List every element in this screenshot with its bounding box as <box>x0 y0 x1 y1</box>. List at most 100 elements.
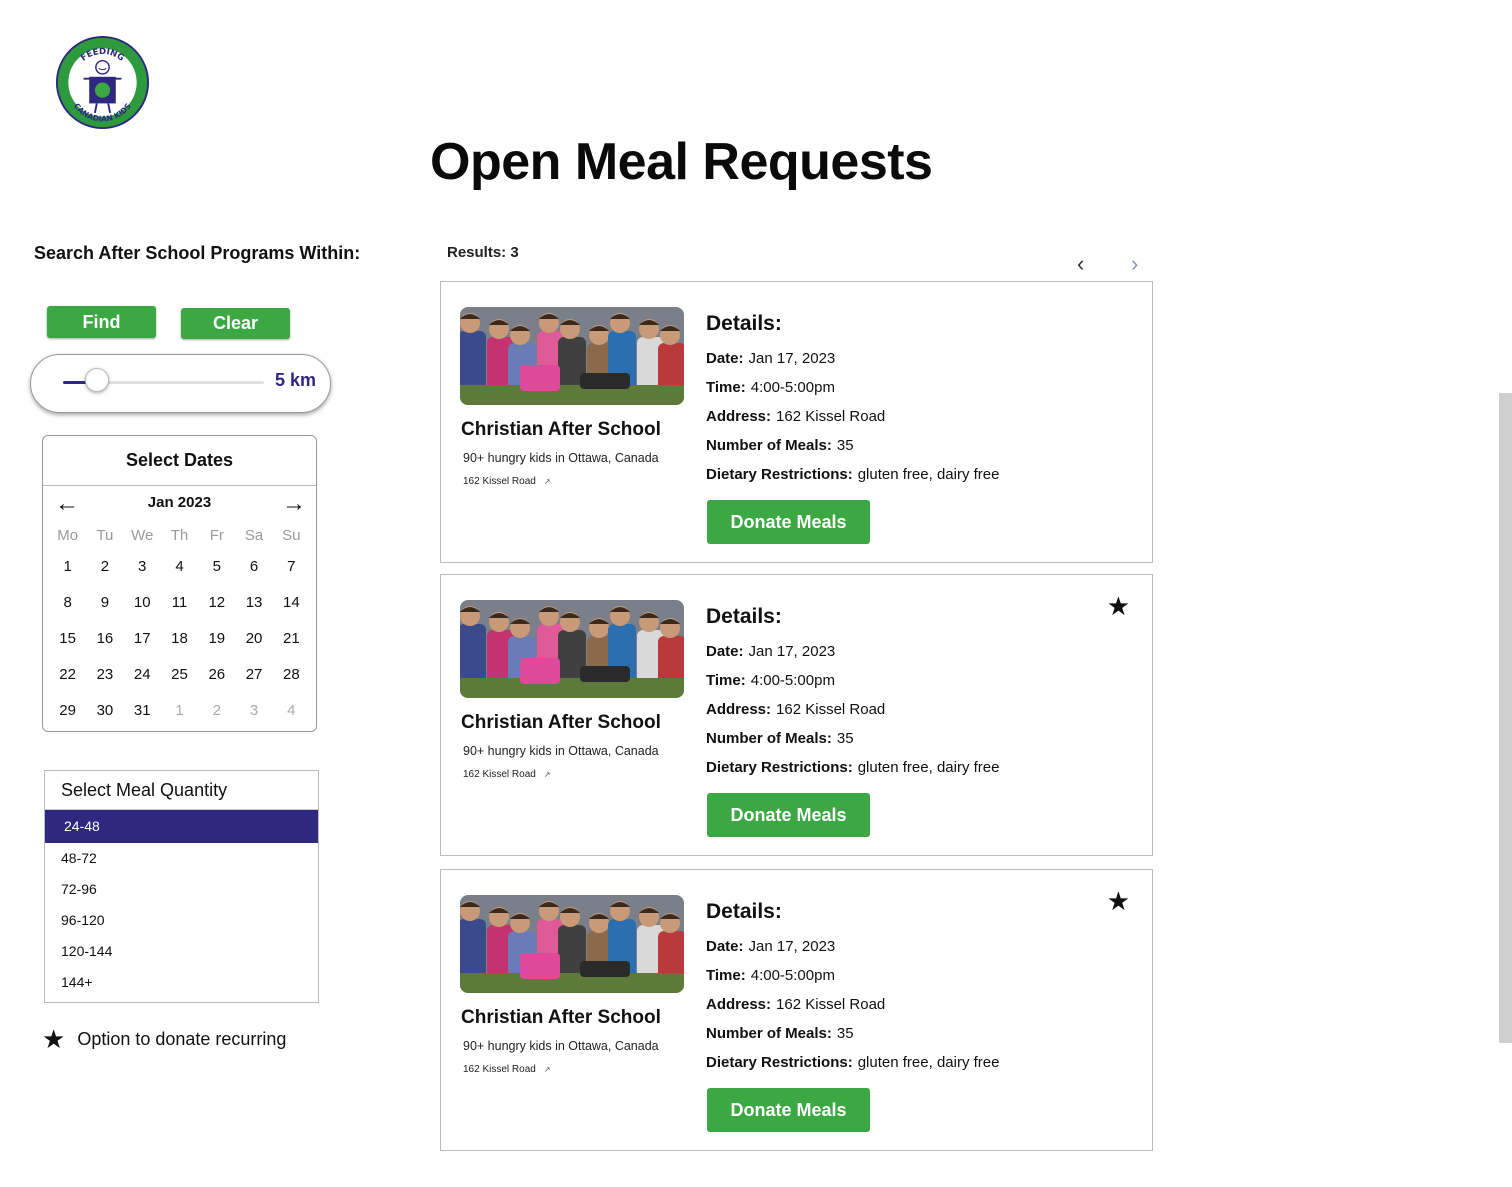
calendar-day[interactable]: 13 <box>235 588 272 624</box>
detail-label: Dietary Restrictions: <box>706 759 853 776</box>
detail-label: Date: <box>706 350 744 367</box>
weekday-label: Tu <box>96 527 114 544</box>
calendar-day[interactable]: 15 <box>49 624 86 660</box>
calendar-day[interactable]: 16 <box>86 624 123 660</box>
address-link-text[interactable]: 162 Kissel Road <box>463 1064 536 1075</box>
detail-diet: Dietary Restrictions: gluten free, dairy … <box>706 753 999 782</box>
meal-quantity-option[interactable]: 72-96 <box>45 874 318 905</box>
detail-meals: Number of Meals: 35 <box>706 1019 999 1048</box>
calendar-day[interactable]: 1 <box>49 552 86 588</box>
address-link-text[interactable]: 162 Kissel Road <box>463 476 536 487</box>
calendar-day[interactable]: 8 <box>49 588 86 624</box>
calendar-day[interactable]: 9 <box>86 588 123 624</box>
meal-quantity-title: Select Meal Quantity <box>45 771 318 810</box>
external-link-icon[interactable]: ↗ <box>544 770 551 779</box>
calendar-day[interactable]: 25 <box>161 660 198 696</box>
page-title: Open Meal Requests <box>430 133 933 191</box>
results-count: Results: 3 <box>447 244 519 261</box>
calendar-day[interactable]: 28 <box>273 660 310 696</box>
donate-meals-button[interactable]: Donate Meals <box>707 1088 870 1132</box>
meal-request-card: Christian After School 90+ hungry kids in… <box>440 281 1153 563</box>
weekday-label: Mo <box>57 527 79 544</box>
calendar-day[interactable]: 12 <box>198 588 235 624</box>
calendar-day[interactable]: 14 <box>273 588 310 624</box>
detail-label: Number of Meals: <box>706 437 832 454</box>
weekday-label: Th <box>170 527 189 544</box>
external-link-icon[interactable]: ↗ <box>544 477 551 486</box>
detail-value: 35 <box>836 437 854 454</box>
calendar-day[interactable]: 10 <box>124 588 161 624</box>
program-address-link[interactable]: 162 Kissel Road ↗ <box>463 769 551 780</box>
find-button[interactable]: Find <box>47 306 156 338</box>
search-radius-label: Search After School Programs Within: <box>34 243 361 263</box>
calendar-day[interactable]: 19 <box>198 624 235 660</box>
external-link-icon[interactable]: ↗ <box>544 1065 551 1074</box>
meal-quantity-option[interactable]: 120-144 <box>45 936 318 967</box>
calendar-day[interactable]: 17 <box>124 624 161 660</box>
detail-address: Address: 162 Kissel Road <box>706 402 999 431</box>
detail-value: gluten free, dairy free <box>857 1054 1000 1071</box>
detail-time: Time: 4:00-5:00pm <box>706 373 999 402</box>
program-address-link[interactable]: 162 Kissel Road ↗ <box>463 476 551 487</box>
detail-value: gluten free, dairy free <box>857 466 1000 483</box>
calendar-day[interactable]: 1 <box>161 696 198 732</box>
page-scrollbar[interactable] <box>1499 393 1512 1043</box>
calendar-day[interactable]: 4 <box>161 552 198 588</box>
calendar-day[interactable]: 31 <box>124 696 161 732</box>
program-photo <box>460 600 684 698</box>
calendar-day[interactable]: 4 <box>273 696 310 732</box>
calendar-day[interactable]: 27 <box>235 660 272 696</box>
calendar-day[interactable]: 24 <box>124 660 161 696</box>
detail-value: Jan 17, 2023 <box>748 938 836 955</box>
detail-value: Jan 17, 2023 <box>748 643 836 660</box>
slider-thumb[interactable] <box>85 368 110 392</box>
detail-label: Date: <box>706 938 744 955</box>
calendar-month: Jan 2023 <box>147 494 212 511</box>
star-icon: ★ <box>42 1024 66 1054</box>
detail-value: 35 <box>836 730 854 747</box>
calendar-day[interactable]: 20 <box>235 624 272 660</box>
chevron-left-icon[interactable]: ‹ <box>1077 253 1084 275</box>
donate-meals-button[interactable]: Donate Meals <box>707 500 870 544</box>
detail-label: Time: <box>706 967 746 984</box>
calendar-day[interactable]: 5 <box>198 552 235 588</box>
donate-meals-button[interactable]: Donate Meals <box>707 793 870 837</box>
detail-label: Dietary Restrictions: <box>706 466 853 483</box>
detail-meals: Number of Meals: 35 <box>706 724 999 753</box>
detail-value: gluten free, dairy free <box>857 759 1000 776</box>
calendar-day[interactable]: 18 <box>161 624 198 660</box>
address-link-text[interactable]: 162 Kissel Road <box>463 769 536 780</box>
program-photo <box>460 307 684 405</box>
meal-quantity-option[interactable]: 24-48 <box>45 810 318 843</box>
detail-value: 4:00-5:00pm <box>750 967 835 984</box>
calendar-day[interactable]: 21 <box>273 624 310 660</box>
calendar-day[interactable]: 7 <box>273 552 310 588</box>
meal-quantity-option[interactable]: 48-72 <box>45 843 318 874</box>
program-address-link[interactable]: 162 Kissel Road ↗ <box>463 1064 551 1075</box>
calendar-day[interactable]: 2 <box>198 696 235 732</box>
program-name: Christian After School <box>461 1007 661 1028</box>
detail-value: 35 <box>836 1025 854 1042</box>
meal-quantity-option[interactable]: 96-120 <box>45 905 318 936</box>
recurring-legend: ★ Option to donate recurring <box>42 1026 286 1052</box>
detail-label: Address: <box>706 996 772 1013</box>
detail-date: Date: Jan 17, 2023 <box>706 344 999 373</box>
calendar-day[interactable]: 3 <box>124 552 161 588</box>
radius-slider[interactable]: 5 km <box>30 354 331 413</box>
meal-quantity-option[interactable]: 144+ <box>45 967 318 998</box>
clear-button[interactable]: Clear <box>181 308 290 339</box>
program-name: Christian After School <box>461 419 661 440</box>
calendar-day[interactable]: 11 <box>161 588 198 624</box>
calendar-nav: ← Jan 2023 → <box>43 486 316 520</box>
calendar-day[interactable]: 2 <box>86 552 123 588</box>
calendar-day[interactable]: 22 <box>49 660 86 696</box>
detail-label: Time: <box>706 672 746 689</box>
calendar-day[interactable]: 23 <box>86 660 123 696</box>
arrow-right-icon[interactable]: → <box>282 492 306 516</box>
calendar-day[interactable]: 26 <box>198 660 235 696</box>
calendar-day[interactable]: 3 <box>235 696 272 732</box>
calendar-day[interactable]: 6 <box>235 552 272 588</box>
chevron-right-icon[interactable]: › <box>1131 253 1138 275</box>
calendar-day[interactable]: 30 <box>86 696 123 732</box>
calendar-day[interactable]: 29 <box>49 696 86 732</box>
